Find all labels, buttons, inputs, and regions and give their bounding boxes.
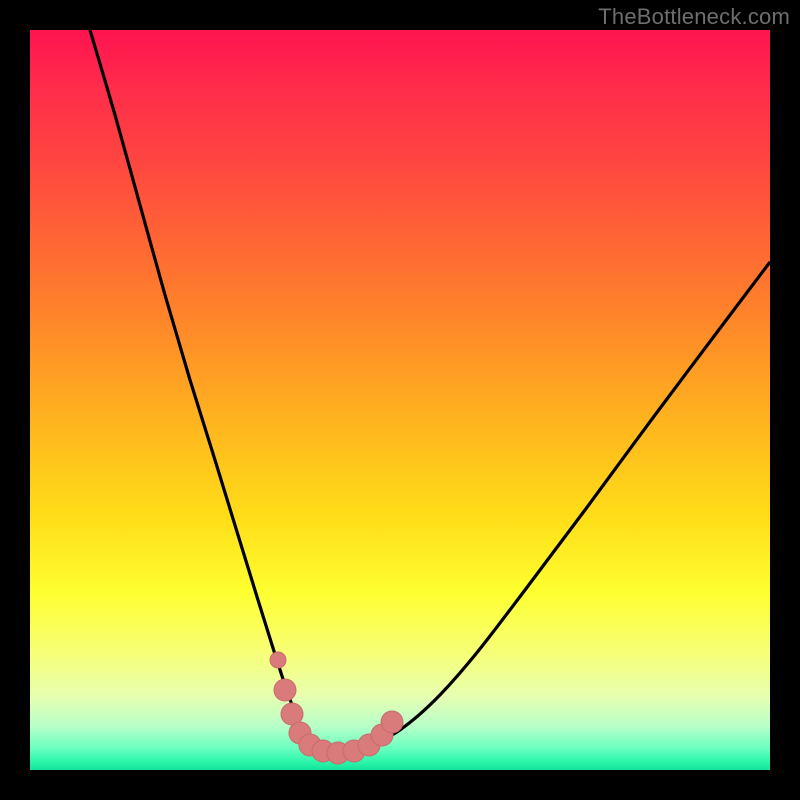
dot-11 (381, 711, 403, 733)
marker-group (270, 652, 403, 764)
dot-2 (274, 679, 296, 701)
chart-frame (30, 30, 770, 770)
watermark-text: TheBottleneck.com (598, 4, 790, 30)
bottleneck-curve (90, 30, 770, 752)
dot-1 (270, 652, 286, 668)
chart-svg (30, 30, 770, 770)
